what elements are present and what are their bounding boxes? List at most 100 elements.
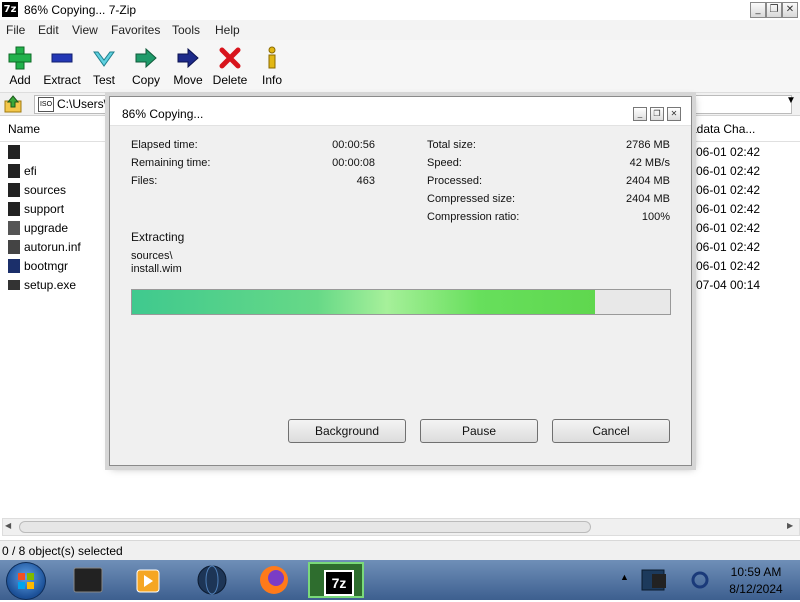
clock-date[interactable]: 8/12/2024: [716, 582, 796, 596]
delete-button[interactable]: Delete: [207, 44, 253, 87]
file-date: -06-01 02:42: [692, 240, 761, 254]
processed-value: 2404 MB: [625, 175, 670, 187]
menu-view[interactable]: View: [72, 23, 98, 37]
folder-icon: [8, 202, 20, 216]
scrollbar-thumb[interactable]: [19, 521, 591, 533]
clock-time[interactable]: 10:59 AM: [716, 565, 796, 579]
pause-button[interactable]: Pause: [420, 419, 538, 443]
extract-button[interactable]: Extract: [39, 44, 85, 87]
background-button[interactable]: Background: [288, 419, 406, 443]
status-bar: 0 / 8 object(s) selected: [0, 540, 800, 561]
info-label: Info: [261, 73, 282, 87]
minus-icon: [51, 53, 73, 63]
delete-x-icon: [219, 47, 241, 69]
file-date: -06-01 02:42: [692, 183, 761, 197]
taskbar-media-player[interactable]: [120, 562, 176, 598]
column-modified[interactable]: adata Cha...: [690, 122, 755, 136]
dialog-close-icon[interactable]: ✕: [667, 107, 681, 121]
restore-icon[interactable]: ❐: [766, 2, 782, 18]
dialog-title: 86% Copying...: [122, 107, 204, 121]
tray-expand-icon[interactable]: ▲: [620, 572, 629, 582]
dialog-restore-icon[interactable]: ❐: [650, 107, 664, 121]
progress-bar: [131, 289, 671, 315]
minimize-icon[interactable]: _: [750, 2, 766, 18]
extract-label: Extract: [43, 73, 81, 87]
folder-icon: [8, 183, 20, 197]
firefox-icon: [260, 566, 288, 594]
total-size-label: Total size:: [427, 139, 476, 151]
file-name: support: [24, 202, 65, 216]
menu-file[interactable]: File: [6, 23, 25, 37]
compressed-size-label: Compressed size:: [427, 193, 516, 205]
remaining-label: Remaining time:: [131, 157, 211, 169]
horizontal-scrollbar[interactable]: ◀ ▶: [2, 518, 800, 536]
taskbar-7zip[interactable]: 7z: [308, 562, 364, 598]
menu-favorites[interactable]: Favorites: [111, 23, 160, 37]
file-name: bootmgr: [24, 259, 69, 273]
file-name: efi: [24, 164, 37, 178]
info-button[interactable]: Info: [249, 44, 295, 87]
processed-label: Processed:: [427, 175, 483, 187]
file-date: -06-01 02:42: [692, 259, 761, 273]
current-directory: sources\: [131, 250, 173, 262]
files-value: 463: [356, 175, 375, 187]
close-icon[interactable]: ✕: [782, 2, 798, 18]
move-arrow-icon: [177, 47, 199, 69]
menu-edit[interactable]: Edit: [38, 23, 59, 37]
file-date: -06-01 02:42: [692, 202, 761, 216]
title-bar: 7z 86% Copying... 7-Zip _ ❐ ✕: [0, 0, 800, 21]
progress-dialog: 86% Copying... _ ❐ ✕ Elapsed time: 00:00…: [109, 96, 692, 466]
dialog-title-bar: 86% Copying... _ ❐ ✕: [110, 97, 691, 126]
taskbar-firefox[interactable]: [246, 562, 302, 598]
elapsed-label: Elapsed time:: [131, 139, 198, 151]
folder-up-icon[interactable]: [4, 95, 22, 113]
progress-fill: [132, 290, 595, 314]
path-text: C:\Users\: [57, 97, 108, 111]
compressed-size-value: 2404 MB: [625, 193, 670, 205]
system-file-icon: [8, 259, 20, 273]
move-button[interactable]: Move: [165, 44, 211, 87]
scroll-left-icon[interactable]: ◀: [5, 521, 11, 530]
disc-image-icon: ISO: [38, 97, 54, 112]
menu-help[interactable]: Help: [215, 23, 240, 37]
add-button[interactable]: Add: [0, 44, 43, 87]
file-name: setup.exe: [24, 278, 77, 292]
settings-file-icon: [8, 240, 20, 254]
status-text: 0 / 8 object(s) selected: [2, 544, 123, 558]
toolbar: Add Extract Test Copy Move Delete Info: [0, 40, 800, 93]
menu-tools[interactable]: Tools: [172, 23, 200, 37]
tray-device-icon[interactable]: [638, 566, 686, 594]
taskbar-file-manager[interactable]: [60, 562, 116, 598]
test-button[interactable]: Test: [81, 44, 127, 87]
taskbar-network[interactable]: [184, 562, 240, 598]
scroll-right-icon[interactable]: ▶: [787, 521, 793, 530]
add-label: Add: [9, 73, 31, 87]
start-button[interactable]: [6, 562, 46, 600]
info-icon: [268, 46, 276, 69]
taskbar: 7z: [0, 560, 800, 600]
chevron-down-icon[interactable]: ▼: [786, 95, 796, 106]
current-file: install.wim: [131, 263, 182, 275]
cancel-button[interactable]: Cancel: [552, 419, 670, 443]
column-name[interactable]: Name: [8, 122, 40, 136]
copy-button[interactable]: Copy: [123, 44, 169, 87]
file-date: -06-01 02:42: [692, 221, 761, 235]
file-name: upgrade: [24, 221, 69, 235]
test-label: Test: [92, 73, 115, 87]
menu-bar: File Edit View Favorites Tools Help: [0, 20, 800, 40]
copy-arrow-icon: [135, 47, 157, 69]
file-name: autorun.inf: [24, 240, 81, 254]
file-manager-icon: [73, 567, 103, 593]
remaining-value: 00:00:08: [332, 157, 375, 169]
compression-ratio-value: 100%: [641, 211, 670, 223]
tray-network-icon[interactable]: [690, 568, 710, 592]
file-date: -07-04 00:14: [692, 278, 761, 292]
dialog-minimize-icon[interactable]: _: [633, 107, 647, 121]
speed-label: Speed:: [427, 157, 462, 169]
windows-logo-icon: [18, 573, 34, 589]
move-label: Move: [173, 73, 203, 87]
delete-label: Delete: [212, 73, 248, 87]
media-player-icon: [136, 569, 160, 593]
network-globe-icon: [197, 565, 227, 595]
copy-label: Copy: [131, 73, 160, 87]
